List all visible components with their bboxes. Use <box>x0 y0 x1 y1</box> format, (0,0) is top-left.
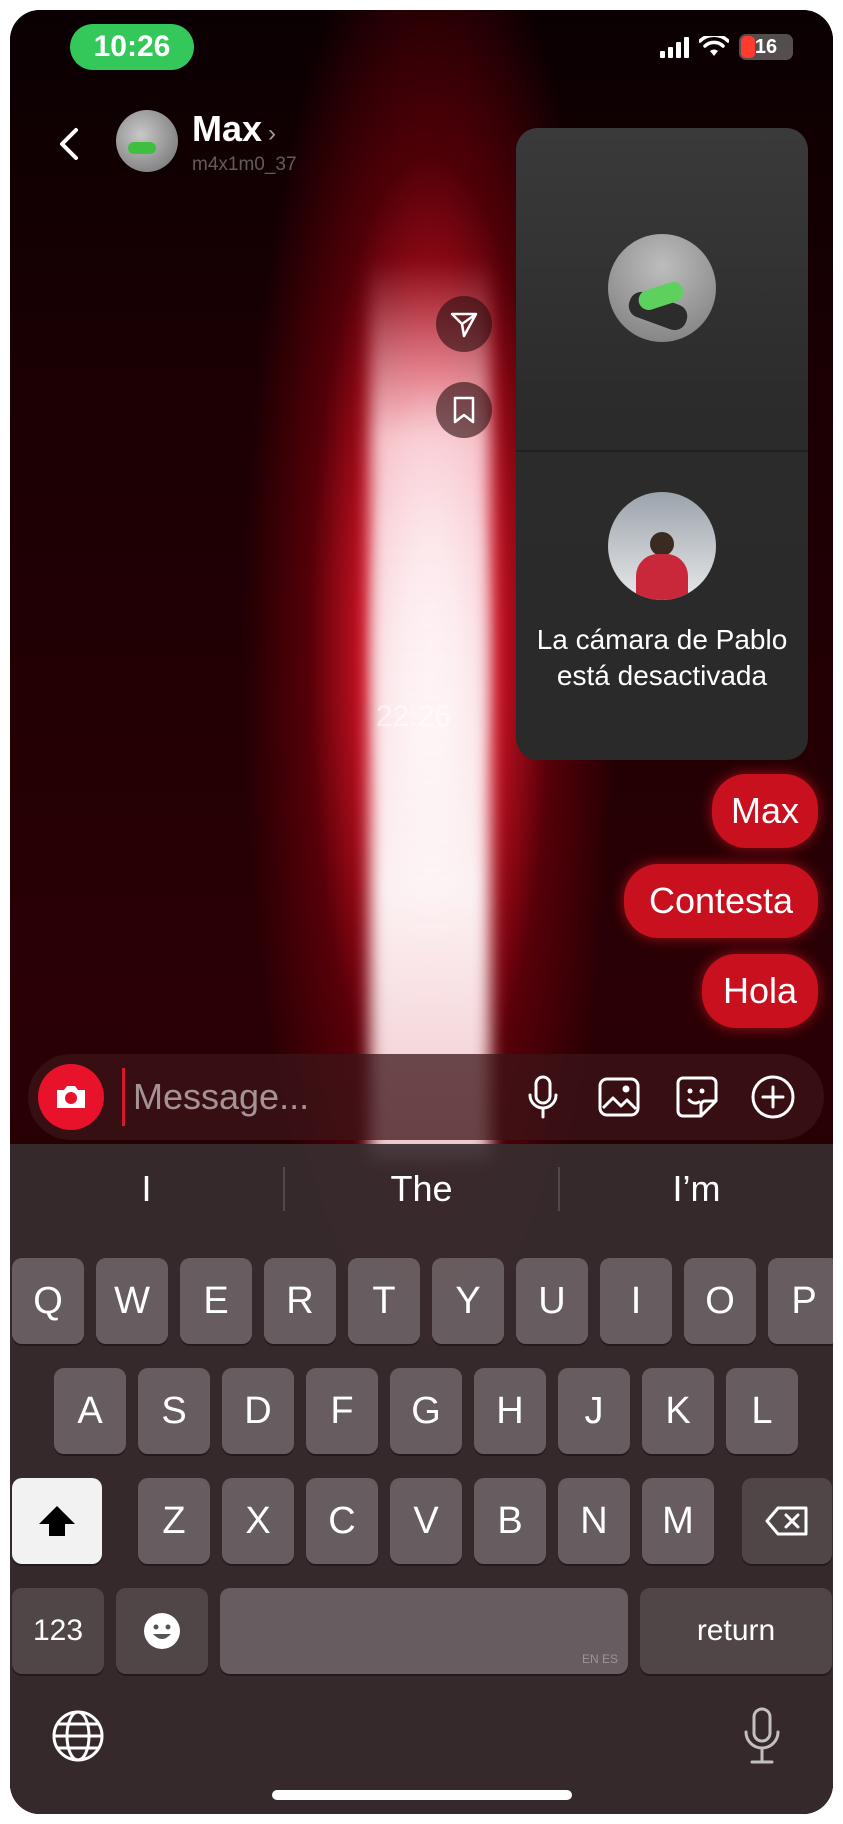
camera-button[interactable] <box>38 1064 104 1130</box>
status-icons: 16 <box>660 34 793 60</box>
image-icon <box>598 1077 640 1117</box>
backspace-icon <box>765 1506 808 1536</box>
suggestion-bar: I The I’m <box>10 1144 833 1234</box>
key-t[interactable]: T <box>348 1258 420 1344</box>
key-a[interactable]: A <box>54 1368 126 1454</box>
contact-name[interactable]: Max › <box>192 108 276 150</box>
globe-icon[interactable] <box>50 1708 106 1764</box>
chevron-right-icon: › <box>268 120 277 147</box>
bookmark-icon <box>453 396 475 424</box>
suggestion-item[interactable]: The <box>285 1168 558 1210</box>
panel-divider <box>516 450 808 452</box>
key-p[interactable]: P <box>768 1258 833 1344</box>
key-e[interactable]: E <box>180 1258 252 1344</box>
key-n[interactable]: N <box>558 1478 630 1564</box>
numbers-key[interactable]: 123 <box>12 1588 104 1674</box>
save-button[interactable] <box>436 382 492 438</box>
dictation-mic-icon[interactable] <box>742 1706 782 1766</box>
video-call-panel[interactable]: La cámara de Pablo está desactivada <box>516 128 808 760</box>
back-arrow-icon[interactable] <box>50 124 90 164</box>
send-arrow-icon <box>450 312 478 338</box>
key-q[interactable]: Q <box>12 1258 84 1344</box>
key-c[interactable]: C <box>306 1478 378 1564</box>
message-bubble[interactable]: Max <box>712 774 818 848</box>
contact-name-text: Max <box>192 108 263 149</box>
message-bubble[interactable]: Hola <box>702 954 818 1028</box>
status-bar: 10:26 16 <box>10 10 833 90</box>
key-r[interactable]: R <box>264 1258 336 1344</box>
key-o[interactable]: O <box>684 1258 756 1344</box>
key-f[interactable]: F <box>306 1368 378 1454</box>
emoji-key[interactable] <box>116 1588 208 1674</box>
keyboard: I The I’m Q W E R T Y U I O P A S D F G … <box>10 1144 833 1814</box>
camera-icon <box>57 1086 85 1108</box>
key-s[interactable]: S <box>138 1368 210 1454</box>
signal-icon <box>660 36 689 58</box>
participant-avatar-pablo <box>608 492 716 600</box>
key-h[interactable]: H <box>474 1368 546 1454</box>
space-key[interactable]: EN ES <box>220 1588 628 1674</box>
key-d[interactable]: D <box>222 1368 294 1454</box>
plus-circle-icon <box>751 1075 795 1119</box>
suggestion-item[interactable]: I <box>10 1168 283 1210</box>
key-i[interactable]: I <box>600 1258 672 1344</box>
return-key[interactable]: return <box>640 1588 832 1674</box>
message-timestamp: 22:26 <box>376 700 452 733</box>
sticker-button[interactable] <box>672 1072 722 1122</box>
more-options-button[interactable] <box>748 1072 798 1122</box>
shift-key[interactable] <box>12 1478 102 1564</box>
key-g[interactable]: G <box>390 1368 462 1454</box>
key-u[interactable]: U <box>516 1258 588 1344</box>
space-language-hint: EN ES <box>581 1652 618 1666</box>
battery-level: 16 <box>754 35 778 58</box>
gallery-button[interactable] <box>594 1072 644 1122</box>
key-m[interactable]: M <box>642 1478 714 1564</box>
contact-username: m4x1m0_37 <box>192 154 297 175</box>
key-l[interactable]: L <box>726 1368 798 1454</box>
home-indicator[interactable] <box>272 1790 572 1800</box>
key-b[interactable]: B <box>474 1478 546 1564</box>
status-time[interactable]: 10:26 <box>70 24 194 70</box>
key-x[interactable]: X <box>222 1478 294 1564</box>
camera-off-label: La cámara de Pablo está desactivada <box>536 624 788 691</box>
message-bubble[interactable]: Contesta <box>624 864 818 938</box>
sticker-icon <box>676 1076 718 1118</box>
share-button[interactable] <box>436 296 492 352</box>
battery-icon: 16 <box>739 34 793 60</box>
microphone-button[interactable] <box>518 1072 568 1122</box>
microphone-icon <box>528 1075 558 1119</box>
message-composer <box>28 1054 824 1140</box>
key-z[interactable]: Z <box>138 1478 210 1564</box>
key-v[interactable]: V <box>390 1478 462 1564</box>
phone-screen: 10:26 16 Max › m4x1m0_37 22:26 La cámara… <box>10 10 833 1814</box>
key-j[interactable]: J <box>558 1368 630 1454</box>
key-k[interactable]: K <box>642 1368 714 1454</box>
participant-avatar-max <box>608 234 716 342</box>
key-y[interactable]: Y <box>432 1258 504 1344</box>
emoji-icon <box>144 1613 180 1649</box>
wifi-icon <box>699 36 729 56</box>
key-w[interactable]: W <box>96 1258 168 1344</box>
delete-key[interactable] <box>742 1478 832 1564</box>
contact-avatar[interactable] <box>116 110 178 172</box>
message-input[interactable] <box>122 1068 533 1126</box>
shift-arrow-icon <box>39 1506 75 1536</box>
suggestion-item[interactable]: I’m <box>560 1168 833 1210</box>
